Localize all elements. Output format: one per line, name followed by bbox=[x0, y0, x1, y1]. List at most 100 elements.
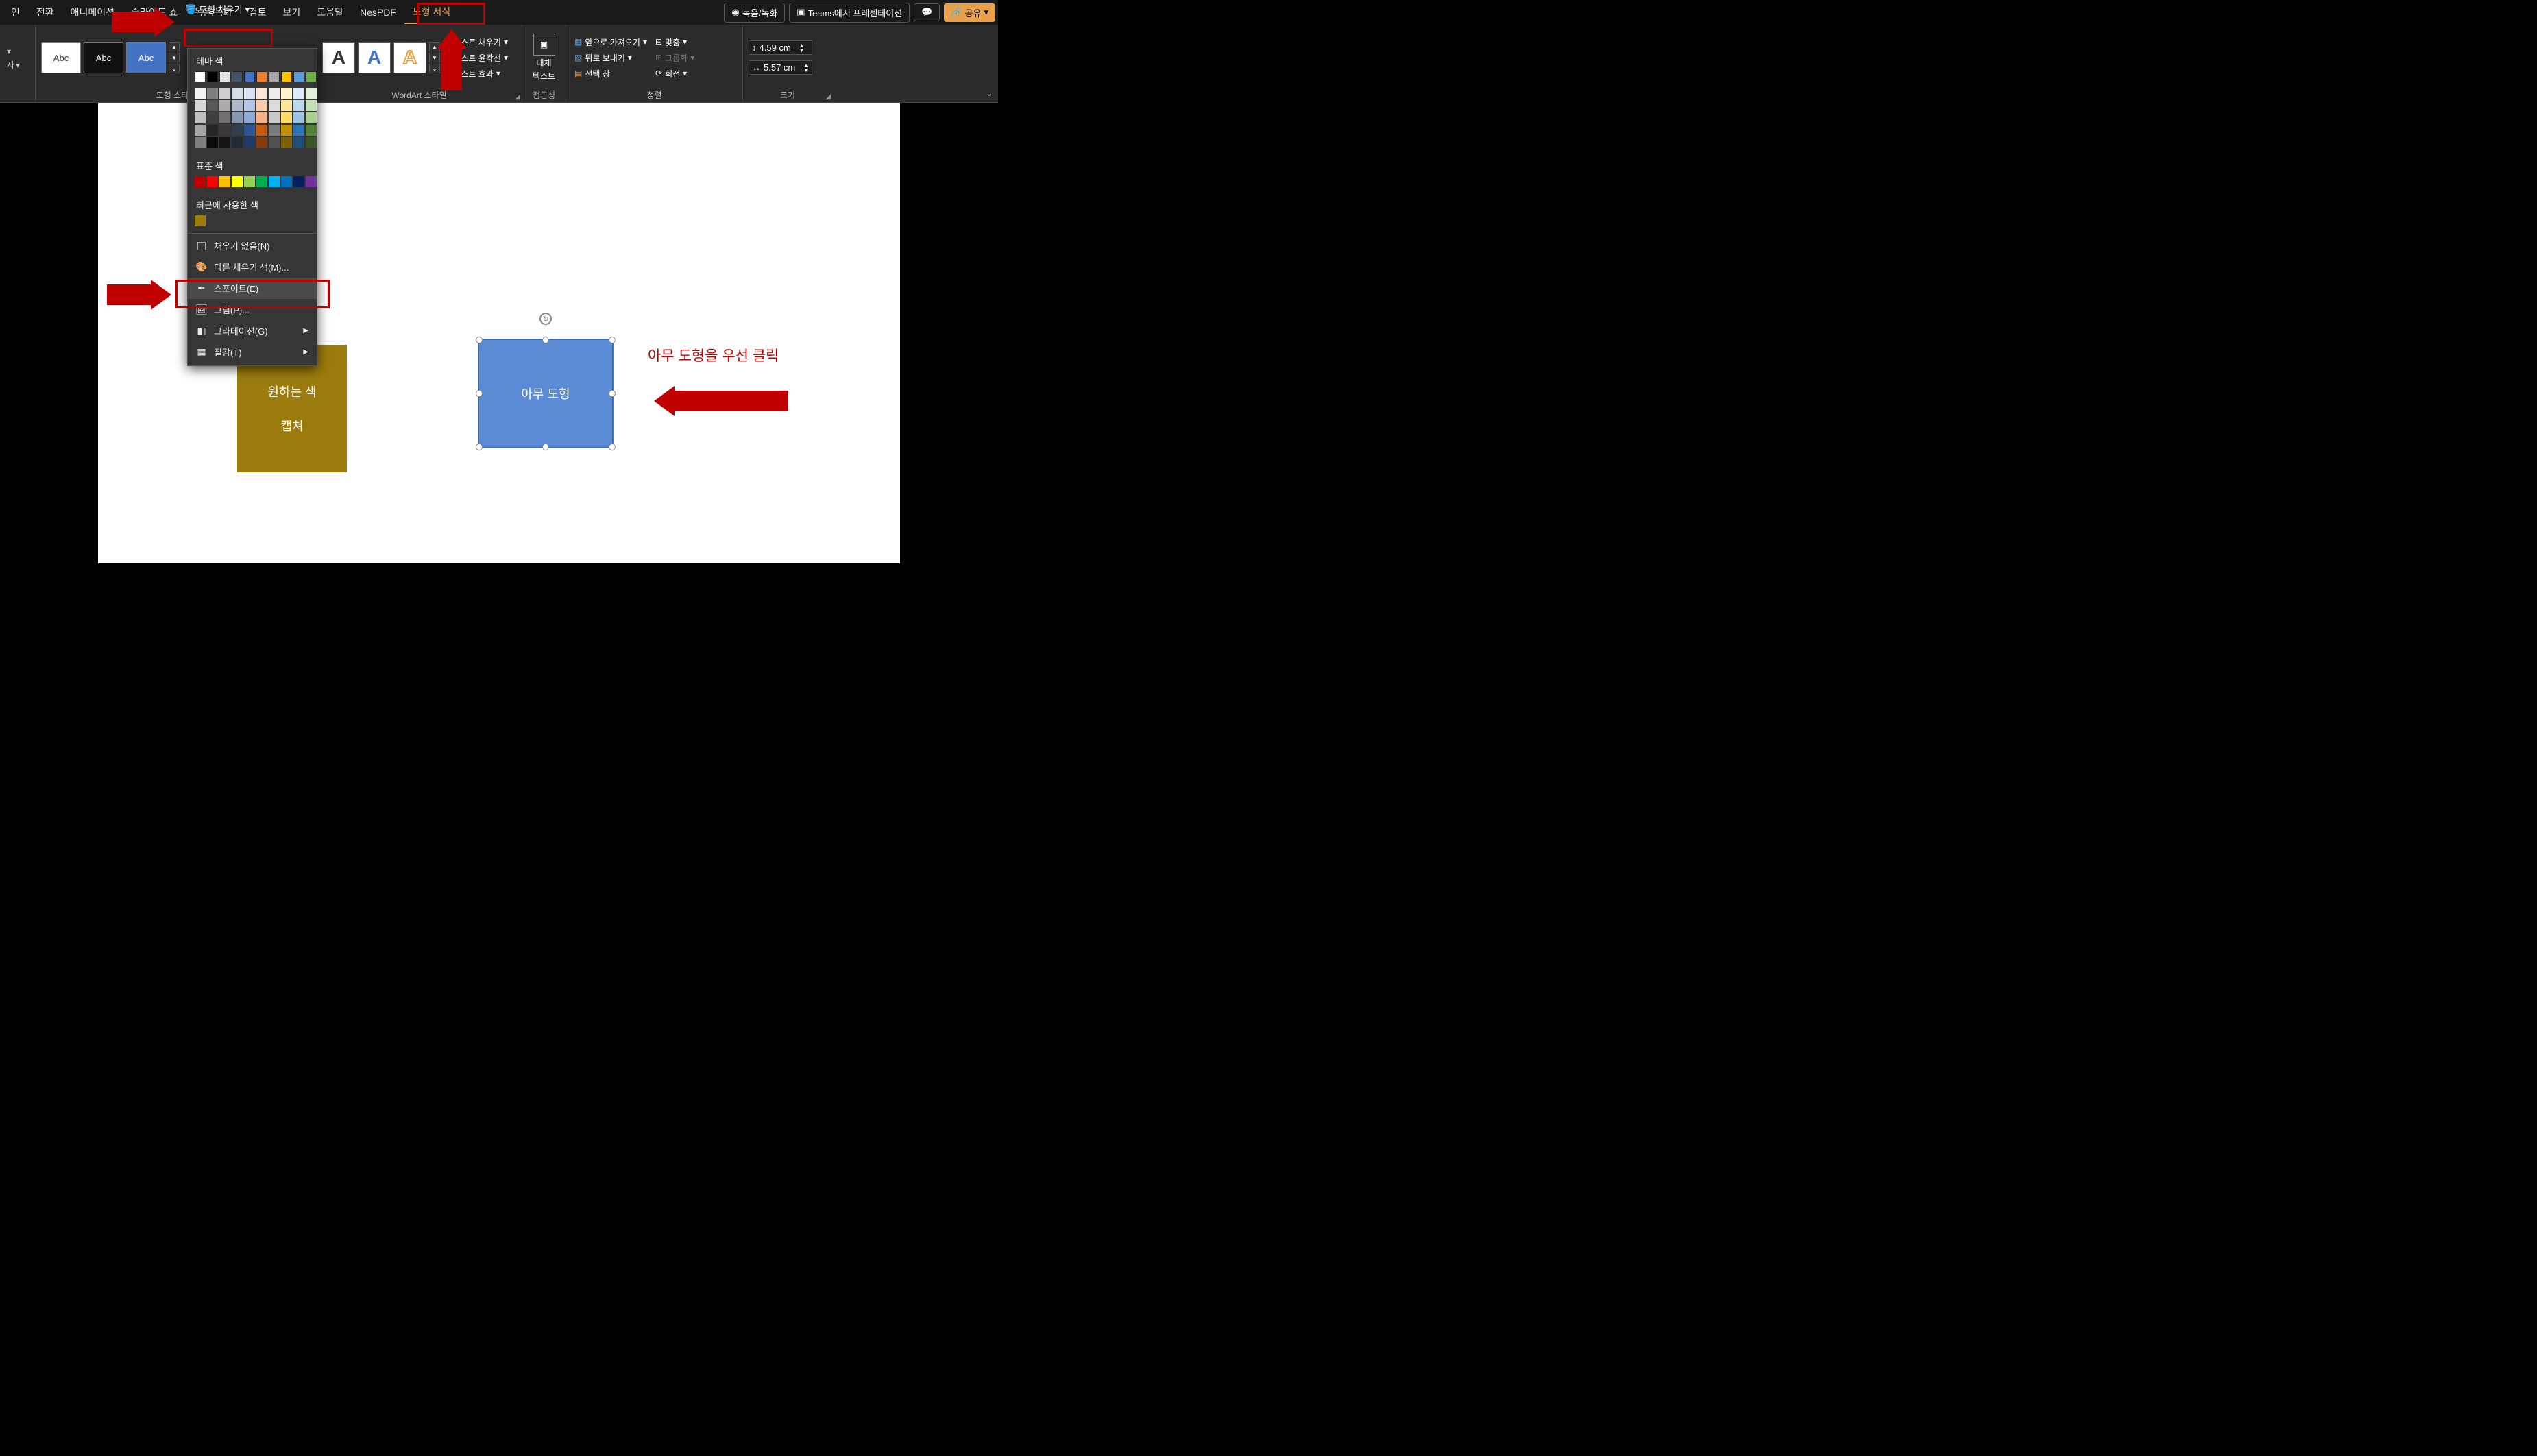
color-swatch[interactable] bbox=[293, 125, 304, 136]
color-swatch[interactable] bbox=[306, 71, 317, 82]
resize-handle[interactable] bbox=[609, 337, 616, 343]
wordart-style-item[interactable]: A bbox=[358, 42, 391, 73]
tab-shape-format[interactable]: 도형 서식 bbox=[404, 1, 459, 24]
record-button[interactable]: ◉ 녹음/녹화 bbox=[724, 3, 785, 23]
color-swatch[interactable] bbox=[207, 71, 218, 82]
width-spinner[interactable]: ▲▼ bbox=[803, 63, 809, 73]
color-swatch[interactable] bbox=[293, 176, 304, 187]
color-swatch[interactable] bbox=[207, 100, 218, 111]
color-swatch[interactable] bbox=[306, 88, 317, 99]
resize-handle[interactable] bbox=[609, 390, 616, 397]
height-field[interactable] bbox=[760, 43, 797, 53]
color-swatch[interactable] bbox=[281, 71, 292, 82]
color-swatch[interactable] bbox=[281, 125, 292, 136]
color-swatch[interactable] bbox=[244, 71, 255, 82]
color-swatch[interactable] bbox=[232, 112, 243, 123]
color-swatch[interactable] bbox=[256, 112, 267, 123]
eyedropper-item[interactable]: ✒ 스포이트(E) bbox=[188, 278, 317, 299]
color-swatch[interactable] bbox=[195, 71, 206, 82]
present-teams-button[interactable]: ▣ Teams에서 프레젠테이션 bbox=[789, 3, 910, 23]
wordart-style-item[interactable]: A bbox=[322, 42, 355, 73]
shape-insert-partial[interactable]: ▾ bbox=[5, 46, 21, 57]
color-swatch[interactable] bbox=[207, 176, 218, 187]
color-swatch[interactable] bbox=[281, 88, 292, 99]
color-swatch[interactable] bbox=[293, 88, 304, 99]
color-swatch[interactable] bbox=[195, 112, 206, 123]
color-swatch[interactable] bbox=[306, 100, 317, 111]
shape-blue-rectangle-selected[interactable]: 아무 도형 ↻ bbox=[478, 339, 614, 448]
color-swatch[interactable] bbox=[219, 112, 230, 123]
color-swatch[interactable] bbox=[207, 88, 218, 99]
color-swatch[interactable] bbox=[244, 176, 255, 187]
align-button[interactable]: ⊟맞춤 ▾ bbox=[653, 35, 697, 49]
color-swatch[interactable] bbox=[219, 100, 230, 111]
color-swatch[interactable] bbox=[244, 100, 255, 111]
rotation-handle[interactable]: ↻ bbox=[539, 313, 552, 325]
text-box-partial[interactable]: 자▾ bbox=[5, 58, 21, 71]
color-swatch[interactable] bbox=[232, 100, 243, 111]
rotate-button[interactable]: ⟳회전 ▾ bbox=[653, 66, 697, 81]
color-swatch[interactable] bbox=[256, 100, 267, 111]
more-colors-item[interactable]: 🎨 다른 채우기 색(M)... bbox=[188, 256, 317, 278]
comments-button[interactable]: 💬 bbox=[914, 3, 940, 21]
bring-forward-button[interactable]: ▦앞으로 가져오기 ▾ bbox=[572, 35, 650, 49]
color-swatch[interactable] bbox=[244, 125, 255, 136]
resize-handle[interactable] bbox=[542, 337, 549, 343]
color-swatch[interactable] bbox=[256, 71, 267, 82]
color-swatch[interactable] bbox=[219, 176, 230, 187]
tab-nespdf[interactable]: NesPDF bbox=[352, 3, 404, 22]
color-swatch[interactable] bbox=[293, 71, 304, 82]
color-swatch[interactable] bbox=[219, 137, 230, 148]
color-swatch[interactable] bbox=[269, 112, 280, 123]
color-swatch[interactable] bbox=[281, 100, 292, 111]
slide-canvas[interactable]: 원하는 색 캡쳐 아무 도형 ↻ 아무 도형을 우선 클릭 bbox=[0, 103, 998, 573]
width-field[interactable] bbox=[764, 62, 801, 73]
color-swatch[interactable] bbox=[195, 215, 206, 226]
picture-fill-item[interactable]: 🖼 그림(P)... bbox=[188, 299, 317, 320]
height-spinner[interactable]: ▲▼ bbox=[799, 43, 805, 53]
color-swatch[interactable] bbox=[256, 176, 267, 187]
gradient-fill-item[interactable]: ◧ 그라데이션(G) ▶ bbox=[188, 320, 317, 341]
color-swatch[interactable] bbox=[269, 71, 280, 82]
color-swatch[interactable] bbox=[244, 112, 255, 123]
size-launcher[interactable]: ◢ bbox=[825, 93, 831, 101]
color-swatch[interactable] bbox=[293, 137, 304, 148]
color-swatch[interactable] bbox=[306, 137, 317, 148]
color-swatch[interactable] bbox=[207, 137, 218, 148]
no-fill-item[interactable]: 채우기 없음(N) bbox=[188, 235, 317, 256]
share-button[interactable]: 🔗 공유 ▾ bbox=[944, 3, 995, 22]
resize-handle[interactable] bbox=[476, 337, 483, 343]
tab-help[interactable]: 도움말 bbox=[308, 1, 352, 23]
color-swatch[interactable] bbox=[269, 176, 280, 187]
resize-handle[interactable] bbox=[542, 444, 549, 450]
color-swatch[interactable] bbox=[306, 112, 317, 123]
tab-view[interactable]: 보기 bbox=[275, 1, 309, 23]
color-swatch[interactable] bbox=[281, 112, 292, 123]
shape-style-item[interactable]: Abc bbox=[84, 42, 123, 73]
collapse-ribbon-button[interactable]: ⌄ bbox=[986, 88, 993, 98]
color-swatch[interactable] bbox=[269, 125, 280, 136]
color-swatch[interactable] bbox=[269, 137, 280, 148]
color-swatch[interactable] bbox=[244, 137, 255, 148]
tab-design-cut[interactable]: 인 bbox=[3, 1, 28, 23]
color-swatch[interactable] bbox=[232, 137, 243, 148]
color-swatch[interactable] bbox=[269, 88, 280, 99]
color-swatch[interactable] bbox=[219, 125, 230, 136]
width-input[interactable]: ↔ ▲▼ bbox=[749, 60, 812, 75]
color-swatch[interactable] bbox=[306, 125, 317, 136]
resize-handle[interactable] bbox=[476, 390, 483, 397]
color-swatch[interactable] bbox=[195, 100, 206, 111]
color-swatch[interactable] bbox=[207, 112, 218, 123]
color-swatch[interactable] bbox=[256, 88, 267, 99]
color-swatch[interactable] bbox=[195, 88, 206, 99]
color-swatch[interactable] bbox=[232, 88, 243, 99]
color-swatch[interactable] bbox=[195, 125, 206, 136]
color-swatch[interactable] bbox=[195, 176, 206, 187]
color-swatch[interactable] bbox=[306, 176, 317, 187]
height-input[interactable]: ↕ ▲▼ bbox=[749, 40, 812, 55]
color-swatch[interactable] bbox=[207, 125, 218, 136]
tab-transitions[interactable]: 전환 bbox=[28, 1, 62, 23]
color-swatch[interactable] bbox=[281, 137, 292, 148]
color-swatch[interactable] bbox=[293, 112, 304, 123]
shape-style-gallery-more[interactable]: ▴▾⌄ bbox=[169, 42, 180, 73]
